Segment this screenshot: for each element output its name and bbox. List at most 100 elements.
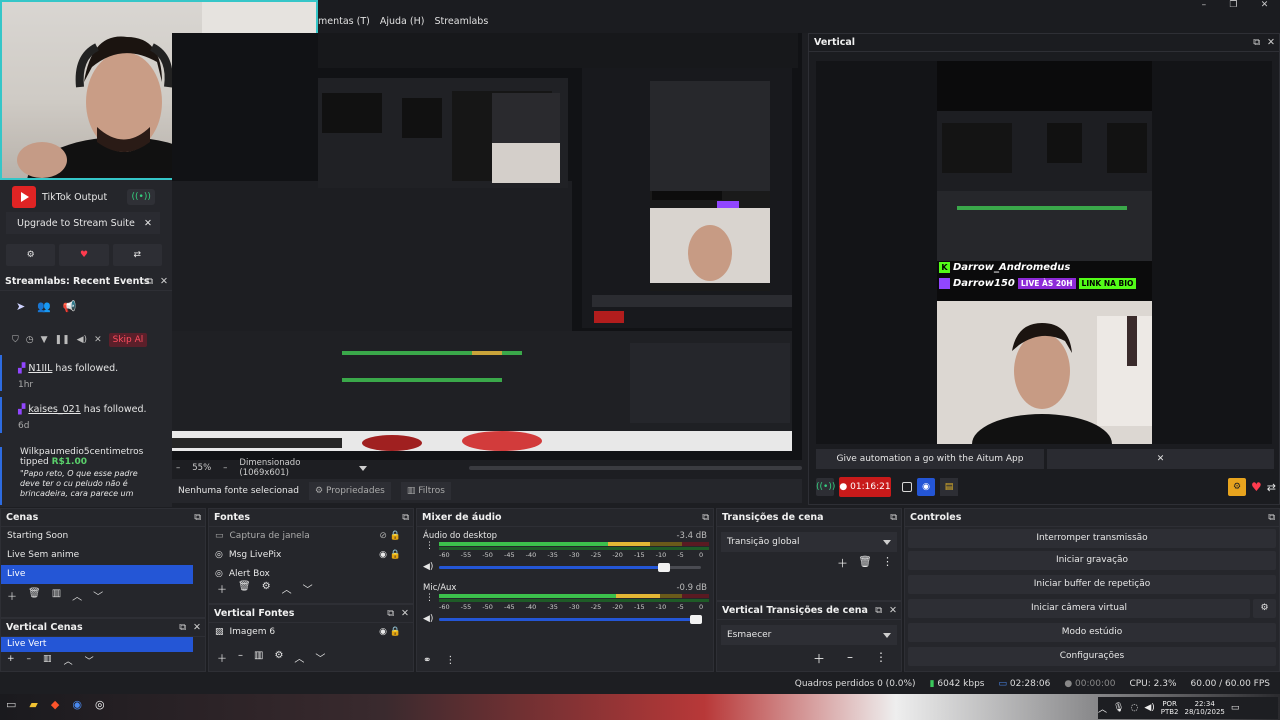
swap-icon[interactable]: ⇄ (112, 244, 162, 266)
tip-user[interactable]: Wilkpaumedio5centimetros (20, 447, 143, 457)
float-icon[interactable]: ⧉ (402, 509, 409, 527)
maximize-button[interactable]: ❐ (1229, 0, 1237, 14)
minimize-button[interactable]: – (1202, 0, 1207, 14)
settings-button[interactable]: Configurações (908, 647, 1276, 666)
preview-scrollbar[interactable] (469, 466, 802, 470)
studio-mode-button[interactable]: Modo estúdio (908, 623, 1276, 642)
remove-icon[interactable]: – (27, 654, 32, 667)
record-icon[interactable] (902, 482, 912, 492)
gear-icon[interactable]: ⚙ (262, 581, 271, 596)
settings-icon[interactable]: ⚙ (6, 244, 56, 266)
add-icon[interactable]: ＋ (7, 588, 17, 603)
down-icon[interactable]: ﹀ (85, 654, 94, 667)
close-panel-icon[interactable]: ✕ (889, 602, 897, 620)
close-panel-icon[interactable]: ✕ (1267, 34, 1275, 52)
down-icon[interactable]: ﹀ (93, 588, 103, 603)
language-indicator[interactable]: POR PTB2 (1161, 700, 1179, 716)
skip-alert-button[interactable]: Skip Al (108, 333, 148, 347)
close-window-button[interactable]: ✕ (1261, 0, 1269, 14)
send-icon[interactable]: ➤ (16, 300, 25, 313)
event-user[interactable]: kaises_021 (28, 404, 80, 415)
filter-icon[interactable]: ▥ (254, 650, 263, 665)
float-icon[interactable]: ⧉ (702, 509, 709, 527)
eye-icon[interactable]: ◉ 🔒 (379, 546, 401, 565)
aitum-banner[interactable]: Give automation a go with the Aitum App (816, 449, 1044, 469)
trash-icon[interactable]: 🗑 (238, 581, 251, 596)
down-icon[interactable]: ﹀ (303, 581, 313, 596)
broadcast-icon[interactable]: ((•)) (127, 189, 156, 205)
source-item[interactable]: ▭ Captura de janela ⊘ 🔒 (209, 527, 413, 546)
wifi-icon[interactable]: ◌ (1130, 703, 1138, 713)
close-panel-icon[interactable]: ✕ (160, 273, 168, 291)
heart-icon[interactable]: ♥ (59, 244, 109, 266)
windows-start-icon[interactable]: ▭ (6, 698, 16, 711)
hidden-eye-icon[interactable]: ⊘ 🔒 (379, 527, 401, 546)
float-icon[interactable]: ⧉ (1253, 34, 1260, 52)
float-icon[interactable]: ⧉ (1268, 509, 1275, 527)
more-icon[interactable]: ⋮ (425, 593, 434, 603)
obs-icon[interactable]: ◎ (95, 698, 105, 711)
more-icon[interactable]: ⋮ (445, 655, 455, 666)
zoom-in-icon[interactable]: – (223, 463, 227, 473)
swap-icon[interactable]: ⇄ (1267, 481, 1276, 494)
float-icon[interactable]: ⧉ (194, 509, 201, 527)
chrome-icon[interactable]: ◉ (72, 698, 82, 711)
heart-icon[interactable]: ♥ (1251, 480, 1262, 494)
menu-item-help[interactable]: Ajuda (H) (380, 16, 425, 27)
filter-icon[interactable]: ▥ (52, 588, 61, 603)
properties-button[interactable]: ⚙ Propriedades (308, 482, 391, 500)
add-icon[interactable]: ＋ (837, 555, 848, 571)
replay-icon[interactable]: ▤ (940, 478, 958, 496)
volume-icon[interactable]: ◀) (423, 562, 433, 572)
brave-icon[interactable]: ◆ (51, 698, 59, 711)
mic-icon[interactable]: 🎙 (1113, 703, 1124, 713)
volume-icon[interactable]: ◀) (77, 335, 87, 345)
volume-slider-handle[interactable] (689, 615, 702, 624)
tray-chevron-icon[interactable]: ︿ (1098, 702, 1107, 715)
chevron-down-icon[interactable] (359, 465, 368, 471)
transition-select[interactable]: Transição global (721, 532, 897, 552)
filter-icon[interactable]: ▼ (41, 335, 48, 345)
upgrade-banner[interactable]: Upgrade to Stream Suite ✕ (6, 212, 160, 234)
stop-streaming-button[interactable]: Interromper transmissão (908, 529, 1276, 548)
live-timer-button[interactable]: ● 01:16:21 (839, 477, 891, 497)
filter-icon[interactable]: ▥ (43, 654, 52, 667)
trash-icon[interactable]: 🗑 (858, 555, 872, 571)
clock[interactable]: 22:34 28/10/2025 (1185, 700, 1225, 716)
add-icon[interactable]: + (7, 654, 15, 667)
main-preview[interactable] (172, 33, 802, 463)
vscene-item[interactable]: Live Vert (1, 637, 193, 652)
vtransition-select[interactable]: Esmaecer (721, 625, 897, 645)
pause-icon[interactable]: ❚❚ (55, 335, 70, 345)
volume-icon[interactable]: ◀) (423, 614, 433, 624)
notification-icon[interactable]: ▭ (1231, 703, 1240, 713)
more-icon[interactable]: ⋮ (882, 555, 893, 571)
clock-icon[interactable]: ◷ (26, 335, 34, 345)
close-icon[interactable]: ✕ (1157, 454, 1165, 464)
remove-icon[interactable]: – (847, 650, 853, 667)
close-panel-icon[interactable]: ✕ (401, 605, 409, 623)
up-icon[interactable]: ︿ (282, 581, 292, 596)
volume-icon[interactable]: ◀) (1144, 703, 1154, 713)
source-item[interactable]: ◎ Msg LivePix ◉ 🔒 (209, 546, 413, 565)
up-icon[interactable]: ︿ (72, 588, 82, 603)
source-item[interactable]: ◎ Alert Box (209, 565, 413, 577)
vsource-item[interactable]: ▨ Imagem 6 ◉ 🔒 (209, 623, 413, 642)
tiktok-output[interactable]: TikTok Output ((•)) (12, 186, 162, 208)
link-icon[interactable]: ⚭ (423, 655, 431, 666)
filters-button[interactable]: ▥ Filtros (400, 482, 451, 500)
folder-icon[interactable]: ▰ (29, 698, 37, 711)
float-icon[interactable]: ⧉ (179, 619, 186, 637)
add-icon[interactable]: ＋ (217, 650, 227, 665)
up-icon[interactable]: ︿ (64, 654, 73, 667)
start-recording-button[interactable]: Iniciar gravação (908, 551, 1276, 570)
megaphone-icon[interactable]: 📢 (63, 300, 77, 313)
virtual-camera-settings-icon[interactable]: ⚙ (1253, 599, 1276, 618)
replay-buffer-button[interactable]: Iniciar buffer de repetição (908, 575, 1276, 594)
float-icon[interactable]: ⧉ (875, 602, 882, 620)
scene-item[interactable]: Live (1, 565, 193, 584)
vertical-canvas[interactable]: K Darrow_Andromedus Darrow150 LIVE ÀS 20… (816, 61, 1272, 444)
zoom-out-icon[interactable]: – (176, 463, 180, 473)
menu-item-tools[interactable]: mentas (T) (318, 16, 370, 27)
volume-slider-handle[interactable] (658, 563, 671, 572)
